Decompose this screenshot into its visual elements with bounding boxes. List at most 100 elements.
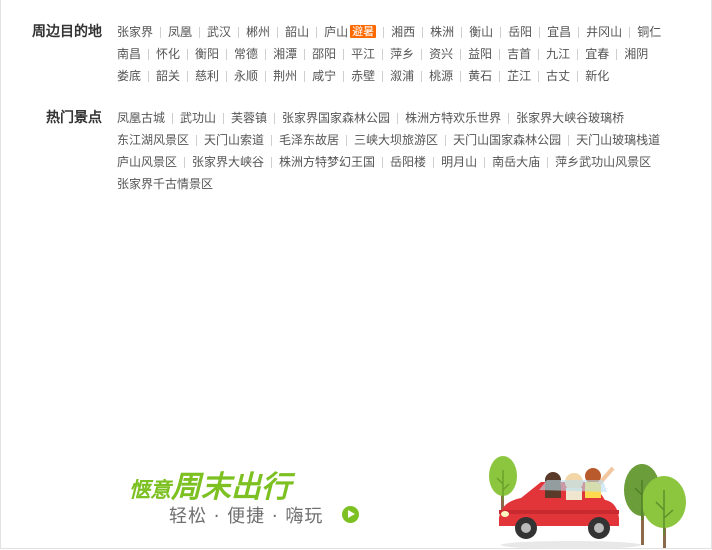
destination-link[interactable]: 张家界	[117, 21, 168, 43]
destination-link[interactable]: 井冈山	[586, 21, 637, 43]
destination-link[interactable]: 荆州	[273, 65, 312, 87]
destination-link[interactable]: 武汉	[207, 21, 246, 43]
attraction-link[interactable]: 南岳大庙	[492, 151, 555, 173]
destination-link-label: 桃源	[429, 69, 454, 83]
destination-link[interactable]: 常德	[234, 43, 273, 65]
attraction-link-label: 株洲方特梦幻王国	[279, 155, 376, 169]
attraction-link[interactable]: 武功山	[180, 107, 231, 129]
destination-link[interactable]: 邵阳	[312, 43, 351, 65]
weekend-promo-banner[interactable]: 惬意周末出行 轻松 · 便捷 · 嗨玩	[1, 440, 712, 550]
attraction-link[interactable]: 株洲方特梦幻王国	[279, 151, 390, 173]
destination-link-label: 宜春	[585, 47, 610, 61]
destination-link[interactable]: 益阳	[468, 43, 507, 65]
destination-link[interactable]: 娄底	[117, 65, 156, 87]
destination-link[interactable]: 凤凰	[168, 21, 207, 43]
attraction-link[interactable]: 凤凰古城	[117, 107, 180, 129]
destination-link-label: 资兴	[429, 47, 454, 61]
destination-link-label: 衡阳	[195, 47, 220, 61]
attraction-link[interactable]: 明月山	[441, 151, 492, 173]
destination-link-label: 庐山	[324, 25, 349, 39]
destination-link[interactable]: 衡山	[469, 21, 508, 43]
nearby-links: 张家界 凤凰 武汉 郴州 韶山 庐山 避暑 湘西 株洲 衡山 岳阳 宜昌 井冈山 铜仁南昌 怀化 衡阳 常德 湘潭…	[117, 21, 677, 87]
attraction-link[interactable]: 东江湖风景区	[117, 129, 204, 151]
attraction-link[interactable]: 天门山国家森林公园	[453, 129, 576, 151]
attraction-link-label: 三峡大坝旅游区	[354, 133, 439, 147]
attraction-link-label: 庐山风景区	[117, 155, 178, 169]
destination-link[interactable]: 铜仁	[637, 21, 676, 43]
attraction-link[interactable]: 张家界国家森林公园	[282, 107, 405, 129]
destination-link[interactable]: 湘阴	[624, 43, 663, 65]
destination-link[interactable]: 古丈	[546, 65, 585, 87]
attraction-link-label: 天门山索道	[204, 133, 265, 147]
attraction-link[interactable]: 张家界大峡谷	[192, 151, 279, 173]
destination-link[interactable]: 溆浦	[390, 65, 429, 87]
attraction-link[interactable]: 岳阳楼	[390, 151, 441, 173]
destination-link[interactable]: 资兴	[429, 43, 468, 65]
destination-link[interactable]: 永顺	[234, 65, 273, 87]
destination-link[interactable]: 韶山	[285, 21, 324, 43]
attraction-link[interactable]: 三峡大坝旅游区	[354, 129, 453, 151]
destination-link-label: 湘潭	[273, 47, 298, 61]
destination-link-label: 益阳	[468, 47, 493, 61]
attraction-link-label: 天门山玻璃栈道	[576, 133, 661, 147]
destination-link[interactable]: 芷江	[507, 65, 546, 87]
destination-link[interactable]: 湘潭	[273, 43, 312, 65]
destination-link[interactable]: 新化	[585, 65, 624, 87]
attraction-link-label: 明月山	[441, 155, 478, 169]
promo-slogan-big: 周末出行	[171, 470, 291, 505]
attraction-link-label: 萍乡武功山风景区	[555, 155, 652, 169]
promo-subline: 轻松 · 便捷 · 嗨玩	[169, 506, 324, 527]
destination-link[interactable]: 桃源	[429, 65, 468, 87]
destination-link-label: 赤壁	[351, 69, 376, 83]
attraction-link[interactable]: 张家界大峡谷玻璃桥	[516, 107, 639, 129]
destination-link[interactable]: 怀化	[156, 43, 195, 65]
play-icon[interactable]	[342, 506, 359, 523]
destination-link[interactable]: 湘西	[391, 21, 430, 43]
destination-link[interactable]: 郴州	[246, 21, 285, 43]
destination-link[interactable]: 赤壁	[351, 65, 390, 87]
road-trip-illustration	[489, 456, 686, 549]
attraction-link[interactable]: 株洲方特欢乐世界	[405, 107, 516, 129]
destination-link[interactable]: 咸宁	[312, 65, 351, 87]
destination-link-label: 韶山	[285, 25, 310, 39]
destination-link[interactable]: 慈利	[195, 65, 234, 87]
attraction-link[interactable]: 萍乡武功山风景区	[555, 151, 666, 173]
destination-link-label: 宜昌	[547, 25, 572, 39]
destination-link[interactable]: 南昌	[117, 43, 156, 65]
destination-link-label: 九江	[546, 47, 571, 61]
destination-link[interactable]: 宜昌	[547, 21, 586, 43]
destination-link-label: 铜仁	[637, 25, 662, 39]
destination-panel: 周边目的地 张家界 凤凰 武汉 郴州 韶山 庐山 避暑 湘西 株洲 衡山 岳阳 宜昌 井冈山 铜仁南昌 怀化…	[0, 0, 712, 549]
destination-link-label: 株洲	[430, 25, 455, 39]
destination-link[interactable]: 衡阳	[195, 43, 234, 65]
attraction-link-label: 毛泽东故居	[279, 133, 340, 147]
destination-link-label: 邵阳	[312, 47, 337, 61]
destination-link-label: 咸宁	[312, 69, 337, 83]
destination-link-label: 衡山	[469, 25, 494, 39]
destination-link[interactable]: 株洲	[430, 21, 469, 43]
attraction-link[interactable]: 天门山索道	[204, 129, 279, 151]
destination-link-label: 永顺	[234, 69, 259, 83]
attraction-link-label: 株洲方特欢乐世界	[405, 111, 502, 125]
attraction-link[interactable]: 毛泽东故居	[279, 129, 354, 151]
destination-link-label: 慈利	[195, 69, 220, 83]
hot-title: 热门景点	[46, 110, 102, 126]
promo-slogan-small: 惬意	[129, 478, 171, 502]
destination-link-label: 芷江	[507, 69, 532, 83]
destination-link[interactable]: 萍乡	[390, 43, 429, 65]
destination-link-label: 黄石	[468, 69, 493, 83]
attraction-link[interactable]: 张家界千古情景区	[117, 173, 228, 195]
destination-link[interactable]: 平江	[351, 43, 390, 65]
destination-link[interactable]: 黄石	[468, 65, 507, 87]
destination-link[interactable]: 九江	[546, 43, 585, 65]
destination-link-label: 张家界	[117, 25, 154, 39]
destination-link[interactable]: 岳阳	[508, 21, 547, 43]
destination-link-label: 武汉	[207, 25, 232, 39]
attraction-link[interactable]: 天门山玻璃栈道	[576, 129, 675, 151]
destination-link[interactable]: 庐山 避暑	[324, 21, 391, 43]
destination-link[interactable]: 宜春	[585, 43, 624, 65]
attraction-link[interactable]: 庐山风景区	[117, 151, 192, 173]
attraction-link[interactable]: 芙蓉镇	[231, 107, 282, 129]
destination-link[interactable]: 韶关	[156, 65, 195, 87]
destination-link[interactable]: 吉首	[507, 43, 546, 65]
